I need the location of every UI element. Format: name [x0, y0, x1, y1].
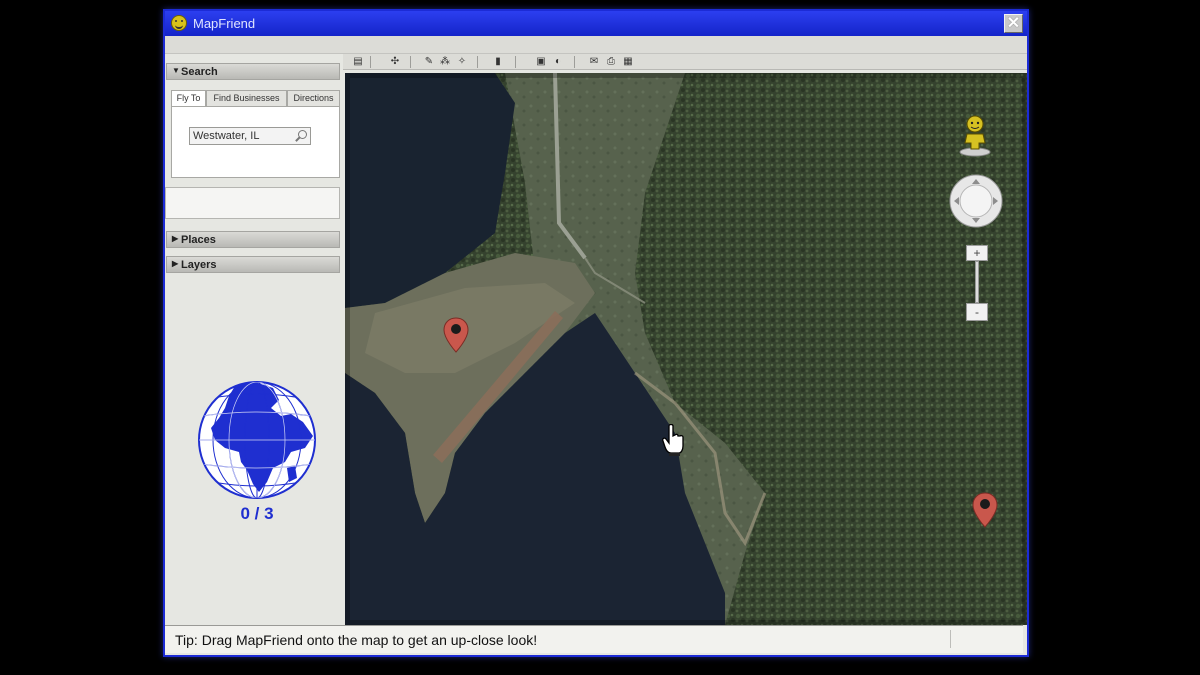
- mapfriend-pegman-icon[interactable]: [957, 115, 993, 157]
- navigation-pan-control[interactable]: [948, 173, 1004, 229]
- globe-icon: [198, 381, 316, 499]
- toolbar-divider: [477, 56, 478, 68]
- window-title: MapFriend: [193, 16, 256, 31]
- close-button[interactable]: ✕: [1004, 14, 1023, 33]
- hand-cursor-icon: [662, 424, 684, 456]
- sidebar: ▼ Search Fly To Find Businesses Directio…: [165, 54, 343, 625]
- location-value: Westwater, IL: [193, 130, 260, 142]
- expand-arrow-icon: ▶: [172, 234, 179, 243]
- map-marker[interactable]: [972, 492, 998, 528]
- map-toolbar: ▤ ✣ ✎ ⁂ ✧ ▮ ▣ ◐ ✉ ⎙ ▦: [343, 54, 1027, 70]
- zoom-out-button[interactable]: -: [966, 303, 988, 321]
- layers-panel-header[interactable]: ▶ Layers: [166, 256, 340, 273]
- search-panel-header[interactable]: ▼ Search: [166, 63, 340, 80]
- sidebar-toggle-icon[interactable]: ▤: [351, 55, 365, 68]
- tab-find-businesses[interactable]: Find Businesses: [206, 90, 287, 107]
- collapse-arrow-icon: ▼: [172, 66, 180, 75]
- fly-to-panel: Westwater, IL: [171, 106, 340, 178]
- title-bar[interactable]: MapFriend ✕: [165, 11, 1027, 36]
- search-results-box: [165, 187, 340, 219]
- toolbar-divider: [515, 56, 516, 68]
- map-marker[interactable]: [443, 317, 469, 353]
- tab-fly-to[interactable]: Fly To: [171, 90, 206, 107]
- tip-text: Tip: Drag MapFriend onto the map to get …: [175, 632, 538, 648]
- path-tool-icon[interactable]: ✎: [422, 55, 436, 68]
- expand-arrow-icon: ▶: [172, 259, 179, 268]
- email-icon[interactable]: ✉: [587, 55, 601, 68]
- toolbar-divider: [574, 56, 575, 68]
- smiley-logo-icon: [171, 15, 187, 31]
- tab-directions[interactable]: Directions: [287, 90, 340, 107]
- zoom-in-button[interactable]: +: [966, 245, 988, 261]
- search-header-label: Search: [181, 66, 218, 78]
- placemark-tool-icon[interactable]: ✣: [388, 55, 402, 68]
- app-window: MapFriend ✕ ▼ Search Fly To Find Busines…: [163, 9, 1029, 657]
- toolbar-divider: [370, 56, 371, 68]
- ruler-tool-icon[interactable]: ▮: [493, 55, 503, 68]
- places-found-counter: 0 / 3: [240, 504, 274, 523]
- status-bar: Tip: Drag MapFriend onto the map to get …: [165, 625, 1023, 653]
- overlay-tool-icon[interactable]: ✧: [455, 55, 469, 68]
- places-panel-header[interactable]: ▶ Places: [166, 231, 340, 248]
- location-search-input[interactable]: Westwater, IL: [189, 127, 311, 145]
- historical-imagery-icon[interactable]: ▣: [534, 55, 548, 68]
- polygon-tool-icon[interactable]: ⁂: [438, 55, 452, 68]
- zoom-slider-track[interactable]: [975, 261, 979, 303]
- search-tabs: Fly To Find Businesses Directions: [171, 90, 341, 107]
- status-divider: [950, 630, 951, 648]
- menu-bar: [165, 36, 1027, 54]
- map-view[interactable]: + -: [345, 73, 1027, 625]
- layers-header-label: Layers: [181, 259, 217, 271]
- print-icon[interactable]: ⎙: [604, 55, 618, 68]
- places-header-label: Places: [181, 234, 216, 246]
- toolbar-divider: [410, 56, 411, 68]
- view-in-maps-icon[interactable]: ▦: [621, 55, 635, 68]
- sunlight-icon[interactable]: ◐: [551, 55, 565, 68]
- search-icon[interactable]: [294, 129, 308, 143]
